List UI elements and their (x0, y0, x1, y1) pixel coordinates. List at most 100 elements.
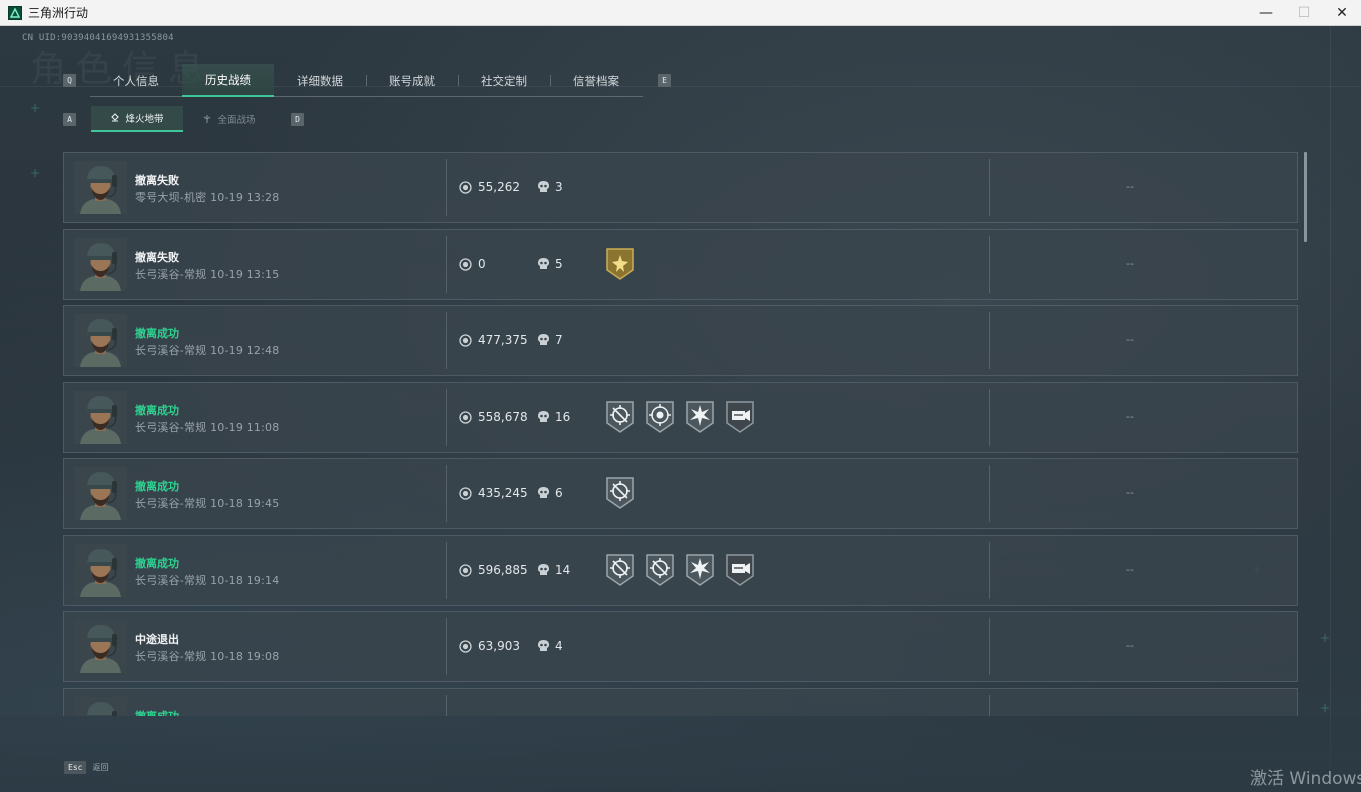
tab-next-key[interactable]: E (658, 74, 671, 87)
match-record-row[interactable]: 撤离失败 零号大坝-机密 10-19 13:28 55,262 3 -- (63, 152, 1298, 223)
extraction-status: 撤离成功 (135, 556, 179, 570)
subtab-next-key[interactable]: D (291, 113, 304, 126)
badge-list (604, 475, 636, 515)
loot-value: 0 (478, 256, 486, 271)
column-divider (989, 541, 990, 599)
burst-badge[interactable] (684, 552, 716, 592)
activate-windows-watermark: 激活 Windows (1250, 769, 1361, 789)
subtab-label: 烽火地带 (125, 114, 164, 125)
decor-plus-icon: + (1320, 631, 1331, 645)
coin-icon (459, 334, 472, 347)
tab-match-history[interactable]: 历史战绩 (182, 64, 274, 97)
app-logo-icon (8, 5, 22, 20)
coin-icon (459, 640, 472, 653)
kill-count: 7 (555, 333, 563, 347)
mode-tab-bar: 烽火地带 全面战场 (91, 106, 275, 132)
operator-avatar (74, 390, 127, 444)
column-divider (446, 541, 447, 599)
column-divider (989, 694, 990, 716)
subtab-warfare[interactable]: 全面战场 (183, 106, 275, 132)
back-label: 返回 (92, 763, 109, 772)
extraction-status: 中途退出 (135, 633, 179, 646)
column-divider (989, 388, 990, 446)
match-record-row[interactable]: 撤离成功 (63, 687, 1298, 716)
column-divider (446, 388, 447, 446)
badge-list (604, 552, 756, 592)
match-record-row[interactable]: 撤离失败 长弓溪谷-常规 10-19 13:15 0 5 -- (63, 228, 1298, 300)
crosshair-badge[interactable] (604, 552, 636, 592)
extra-info: -- (1126, 333, 1134, 346)
kill-count: 5 (555, 256, 563, 271)
tab-social[interactable]: 社交定制 (458, 64, 550, 97)
crosshair-badge[interactable] (604, 475, 636, 515)
skull-target-badge[interactable] (644, 399, 676, 439)
skull-icon (538, 487, 549, 498)
warfare-mode-icon (204, 115, 211, 123)
match-record-row[interactable]: 中途退出 长弓溪谷-常规 10-18 19:08 63,903 4 -- (63, 611, 1298, 682)
map-mode-time: 长弓溪谷-常规 10-19 11:08 (135, 420, 280, 434)
kill-count: 4 (555, 639, 563, 653)
decor-plus-icon: + (1320, 701, 1331, 715)
subtab-operations[interactable]: 烽火地带 (91, 106, 183, 132)
tab-achievements[interactable]: 账号成就 (366, 64, 458, 97)
operator-avatar (74, 467, 127, 520)
extraction-status: 撤离失败 (135, 250, 179, 264)
extraction-status: 撤离成功 (135, 327, 179, 340)
extraction-status: 撤离失败 (135, 174, 179, 187)
match-record-row[interactable]: 撤离成功 长弓溪谷-常规 10-19 12:48 477,375 7 -- (63, 305, 1298, 376)
column-divider (446, 159, 447, 216)
maximize-button[interactable]: ☐ (1285, 0, 1323, 26)
gold-star-badge[interactable] (604, 246, 636, 286)
kill-count: 6 (555, 486, 563, 500)
map-mode-time: 长弓溪谷-常规 10-18 19:08 (135, 650, 280, 663)
map-mode-time: 长弓溪谷-常规 10-19 13:15 (135, 267, 280, 281)
subtab-prev-key[interactable]: A (63, 113, 76, 126)
match-record-row[interactable]: 撤离成功 长弓溪谷-常规 10-18 19:14 596,885 14 -- (63, 534, 1298, 606)
minimize-button[interactable]: — (1247, 0, 1285, 26)
decor-plus-icon: + (30, 101, 41, 115)
burst-badge[interactable] (684, 399, 716, 439)
match-record-row[interactable]: 撤离成功 长弓溪谷-常规 10-19 11:08 558,678 16 -- (63, 381, 1298, 453)
list-scrollbar[interactable] (1304, 152, 1307, 242)
extra-info: -- (1126, 409, 1134, 423)
extraction-status: 撤离成功 (135, 403, 179, 417)
coin-icon (459, 563, 472, 577)
loot-value: 435,245 (478, 486, 528, 500)
extra-info: -- (1126, 256, 1134, 270)
match-history-list[interactable]: 撤离失败 零号大坝-机密 10-19 13:28 55,262 3 -- 撤离失… (63, 152, 1298, 716)
game-viewport: + + + + + 角色信息 CN UID:903940416949313558… (0, 26, 1361, 792)
supply-badge[interactable] (724, 399, 756, 439)
badge-list (604, 246, 636, 286)
coin-icon (459, 410, 472, 424)
tab-prev-key[interactable]: Q (63, 74, 76, 87)
match-record-row[interactable]: 撤离成功 长弓溪谷-常规 10-18 19:45 435,245 6 -- (63, 458, 1298, 529)
tab-profile[interactable]: 个人信息 (90, 64, 182, 97)
map-mode-time: 长弓溪谷-常规 10-19 12:48 (135, 344, 280, 357)
extra-info: -- (1126, 486, 1134, 499)
skull-icon (538, 410, 549, 422)
skull-icon (538, 334, 549, 345)
subtab-label: 全面战场 (217, 115, 256, 126)
skull-icon (538, 563, 549, 575)
back-button[interactable]: Esc 返回 (64, 761, 108, 774)
skull-icon (538, 640, 549, 651)
badge-list (604, 399, 756, 439)
loot-value: 596,885 (478, 562, 528, 577)
footer-bar (0, 716, 1361, 792)
skull-icon (538, 257, 549, 269)
operator-avatar (74, 543, 127, 597)
tab-reputation[interactable]: 信誉档案 (550, 64, 642, 97)
column-divider (989, 465, 990, 522)
kill-count: 3 (555, 180, 563, 194)
column-divider (989, 312, 990, 369)
crosshair-badge[interactable] (604, 399, 636, 439)
tab-detailed-stats[interactable]: 详细数据 (274, 64, 366, 97)
supply-badge[interactable] (724, 552, 756, 592)
crosshair-badge[interactable] (644, 552, 676, 592)
column-divider (446, 235, 447, 293)
esc-key: Esc (64, 761, 87, 774)
main-tab-bar: 个人信息 历史战绩 详细数据 账号成就 社交定制 信誉档案 (90, 64, 643, 97)
close-button[interactable]: ✕ (1323, 0, 1361, 26)
column-divider (446, 465, 447, 522)
column-divider (989, 159, 990, 216)
